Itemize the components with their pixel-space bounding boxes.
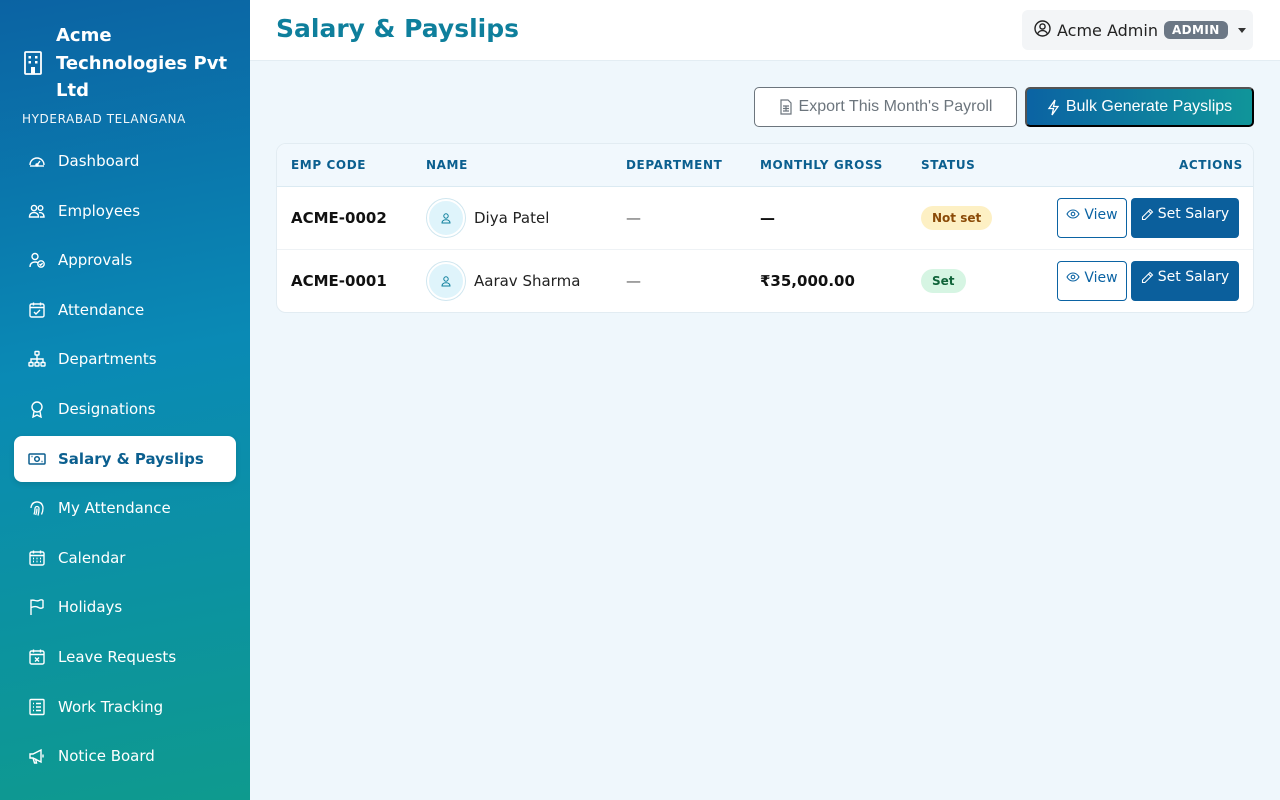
megaphone-icon [28, 747, 46, 765]
eye-icon [1066, 209, 1081, 219]
sidebar-nav: Dashboard Employees Approvals Attendance… [14, 138, 236, 783]
sidebar-item-leave-requests[interactable]: Leave Requests [14, 634, 236, 680]
column-header-department: DEPARTMENT [626, 158, 723, 172]
view-button[interactable]: View [1057, 198, 1127, 238]
diagram-icon [28, 350, 46, 368]
sidebar-item-label: Notice Board [58, 747, 155, 766]
table-header: EMP CODE NAME DEPARTMENT MONTHLY GROSS S… [277, 144, 1253, 187]
people-icon [28, 202, 46, 220]
employee-name: Diya Patel [474, 209, 550, 227]
sidebar-item-dashboard[interactable]: Dashboard [14, 138, 236, 184]
calendar-check-icon [28, 301, 46, 319]
sidebar-item-label: Holidays [58, 598, 123, 617]
building-icon [22, 50, 44, 76]
status-badge: Set [921, 269, 966, 293]
sidebar-item-label: Dashboard [58, 152, 140, 170]
sidebar-item-attendance[interactable]: Attendance [14, 287, 236, 333]
bulk-generate-payslips-button[interactable]: Bulk Generate Payslips [1025, 87, 1254, 127]
top-header: Salary & Payslips Acme Admin ADMIN [250, 0, 1280, 61]
sidebar-item-label: Leave Requests [58, 647, 177, 666]
pencil-icon [1141, 271, 1154, 284]
role-badge: ADMIN [1163, 21, 1228, 39]
monthly-gross: — [760, 209, 775, 227]
sidebar-item-label: Designations [58, 399, 156, 418]
sidebar-item-label: Calendar [58, 548, 126, 567]
user-menu-dropdown[interactable]: Acme Admin ADMIN [1022, 10, 1253, 50]
person-icon [441, 213, 451, 224]
monthly-gross: ₹35,000.00 [760, 272, 855, 290]
sidebar-item-departments[interactable]: Departments [14, 336, 236, 382]
sidebar-item-calendar[interactable]: Calendar [14, 535, 236, 581]
sidebar-item-label: Approvals [58, 251, 133, 270]
sidebar-item-label: Salary & Payslips [58, 449, 204, 468]
pencil-icon [1141, 208, 1154, 221]
sidebar-item-notice-board[interactable]: Notice Board [14, 733, 236, 779]
person-circle-icon [1034, 19, 1051, 41]
lightning-icon [1047, 99, 1060, 115]
sidebar-item-salary-payslips[interactable]: Salary & Payslips [14, 435, 236, 482]
sidebar-item-label: Departments [58, 350, 157, 369]
award-icon [28, 400, 46, 418]
sidebar-item-label: Employees [58, 201, 141, 220]
sidebar-item-label: My Attendance [58, 499, 171, 518]
sidebar-item-employees[interactable]: Employees [14, 188, 236, 234]
view-button[interactable]: View [1057, 261, 1127, 301]
column-header-status: STATUS [921, 158, 976, 172]
sidebar-item-designations[interactable]: Designations [14, 386, 236, 432]
table-row: ACME-0001 Aarav Sharma — ₹35,000.00 Set … [277, 250, 1253, 312]
view-label: View [1084, 270, 1118, 286]
person-icon [441, 276, 451, 287]
sidebar-item-my-attendance[interactable]: My Attendance [14, 485, 236, 531]
sidebar-item-label: Work Tracking [58, 697, 164, 716]
company-name: Acme Technologies Pvt Ltd [56, 25, 228, 101]
list-task-icon [28, 698, 46, 716]
avatar [427, 262, 465, 300]
cash-icon [28, 450, 46, 468]
view-label: View [1084, 207, 1118, 223]
employee-name: Aarav Sharma [474, 272, 581, 290]
calendar-x-icon [28, 648, 46, 666]
sidebar: Acme Technologies Pvt Ltd HYDERABAD TELA… [0, 0, 250, 800]
export-payroll-label: Export This Month's Payroll [798, 98, 993, 115]
chevron-down-icon [1237, 27, 1246, 33]
sidebar-item-work-tracking[interactable]: Work Tracking [14, 684, 236, 730]
calendar-icon [28, 549, 46, 567]
column-header-actions: ACTIONS [1179, 158, 1243, 172]
company-location: HYDERABAD TELANGANA [22, 112, 186, 126]
column-header-name: NAME [426, 158, 468, 172]
set-salary-button[interactable]: Set Salary [1131, 198, 1239, 238]
column-header-emp-code: EMP CODE [291, 158, 367, 172]
person-check-icon [28, 251, 46, 269]
avatar [427, 199, 465, 237]
flag-icon [28, 598, 46, 616]
sidebar-item-holidays[interactable]: Holidays [14, 584, 236, 630]
page-title: Salary & Payslips [276, 14, 519, 43]
bulk-generate-label: Bulk Generate Payslips [1065, 98, 1233, 115]
export-payroll-button[interactable]: Export This Month's Payroll [754, 87, 1017, 127]
sidebar-item-approvals[interactable]: Approvals [14, 237, 236, 283]
speedometer-icon [28, 152, 46, 170]
status-badge: Not set [921, 206, 993, 230]
salary-table: EMP CODE NAME DEPARTMENT MONTHLY GROSS S… [276, 143, 1254, 313]
set-salary-label: Set Salary [1157, 206, 1230, 222]
user-name: Acme Admin [1057, 20, 1158, 40]
table-row: ACME-0002 Diya Patel — — Not set View Se… [277, 187, 1253, 250]
sidebar-item-label: Attendance [58, 300, 145, 319]
eye-icon [1066, 272, 1081, 282]
emp-code: ACME-0001 [291, 272, 387, 290]
set-salary-button[interactable]: Set Salary [1131, 261, 1239, 301]
emp-code: ACME-0002 [291, 209, 387, 227]
file-spreadsheet-icon [779, 99, 792, 115]
department: — [626, 209, 641, 227]
department: — [626, 272, 641, 290]
set-salary-label: Set Salary [1157, 269, 1230, 285]
fingerprint-icon [28, 499, 46, 517]
column-header-monthly-gross: MONTHLY GROSS [760, 158, 883, 172]
